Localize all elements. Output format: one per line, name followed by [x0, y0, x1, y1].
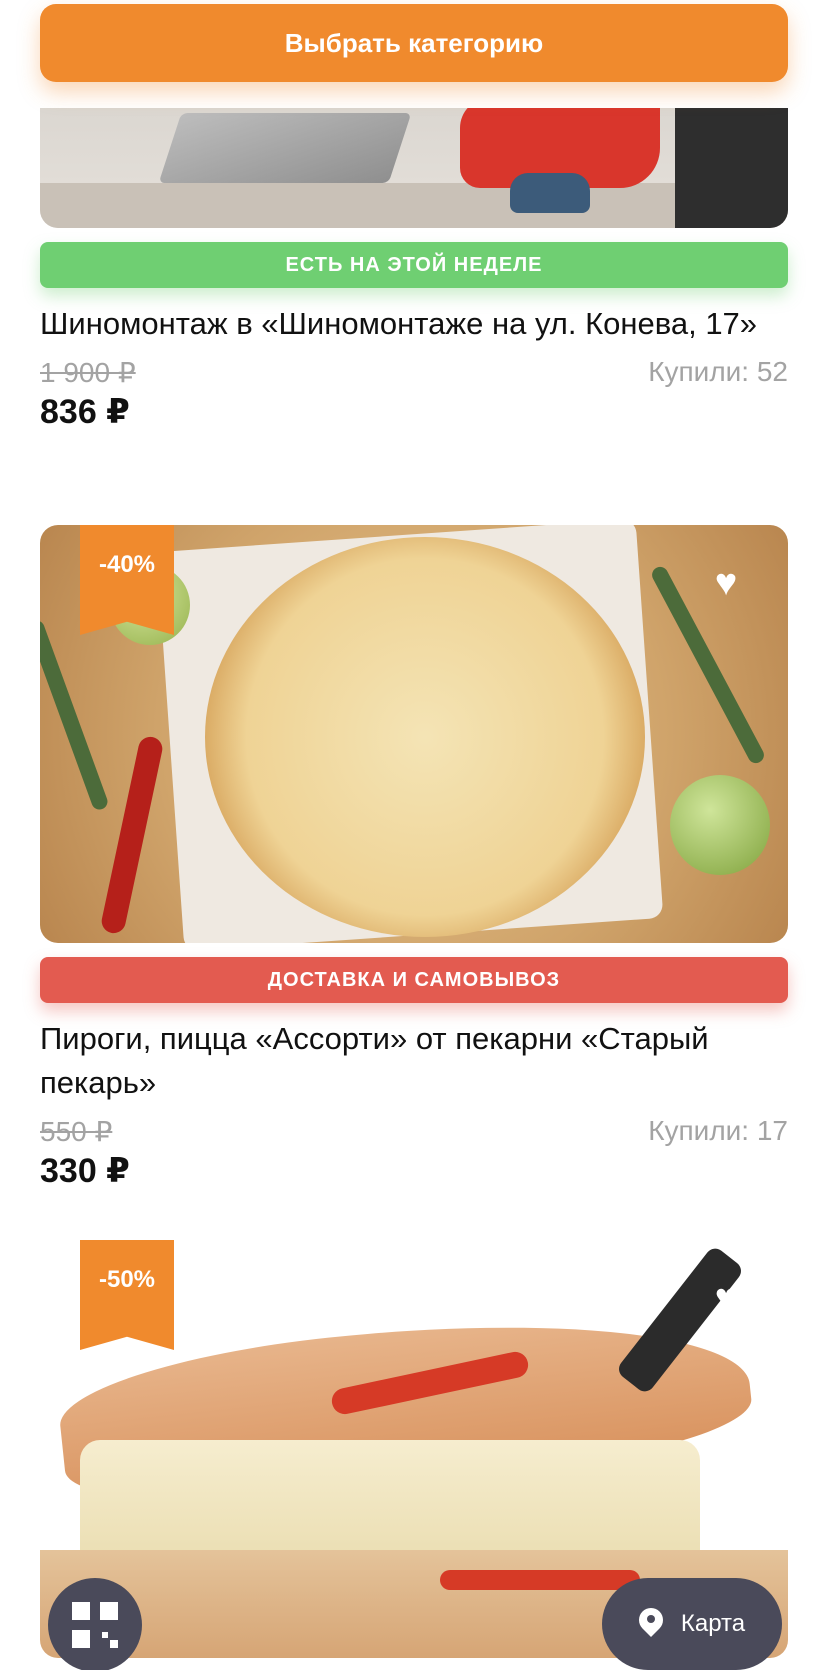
pie — [205, 537, 645, 937]
old-price: 1 900 ₽ — [40, 357, 136, 388]
deal-title[interactable]: Пироги, пицца «Ассорти» от пекарни «Стар… — [40, 1017, 788, 1105]
map-button[interactable]: Карта — [602, 1578, 782, 1670]
machine — [675, 98, 788, 228]
deal-card[interactable]: ЕСТЬ НА ЭТОЙ НЕДЕЛЕ Шиномонтаж в «Шиномо… — [40, 0, 788, 432]
bought-count: Купили: 17 — [648, 1115, 788, 1146]
map-pin-icon — [639, 1608, 663, 1640]
lift-ramp — [158, 113, 412, 183]
new-price: 836 ₽ — [40, 393, 130, 431]
pepper-slice — [440, 1570, 640, 1590]
mechanic-shoe — [510, 173, 590, 213]
herb — [40, 618, 110, 812]
price-row: 1 900 ₽ 836 ₽ Купили: 52 — [40, 356, 788, 432]
new-price: 330 ₽ — [40, 1152, 130, 1190]
top-bar: Выбрать категорию — [0, 0, 828, 108]
favorite-heart-icon[interactable]: ♥ — [706, 1279, 746, 1317]
discount-ribbon: -50% — [80, 1240, 174, 1350]
select-category-button[interactable]: Выбрать категорию — [40, 4, 788, 82]
apple — [670, 775, 770, 875]
availability-badge: ЕСТЬ НА ЭТОЙ НЕДЕЛЕ — [40, 242, 788, 288]
price-row: 550 ₽ 330 ₽ Купили: 17 — [40, 1115, 788, 1191]
favorite-heart-icon[interactable]: ♥ — [706, 564, 746, 602]
old-price: 550 ₽ — [40, 1116, 113, 1147]
deal-image[interactable]: -40% ♥ — [40, 525, 788, 943]
qr-code-icon — [72, 1602, 118, 1648]
discount-ribbon: -40% — [80, 525, 174, 635]
deal-title[interactable]: Шиномонтаж в «Шиномонтаже на ул. Конева,… — [40, 302, 788, 346]
bought-count: Купили: 52 — [648, 356, 788, 387]
map-label: Карта — [680, 1610, 746, 1637]
delivery-badge: ДОСТАВКА И САМОВЫВОЗ — [40, 957, 788, 1003]
chili-pepper — [99, 734, 165, 936]
deal-card[interactable]: -40% ♥ ДОСТАВКА И САМОВЫВОЗ Пироги, пицц… — [40, 525, 788, 1191]
qr-code-button[interactable] — [48, 1578, 142, 1670]
